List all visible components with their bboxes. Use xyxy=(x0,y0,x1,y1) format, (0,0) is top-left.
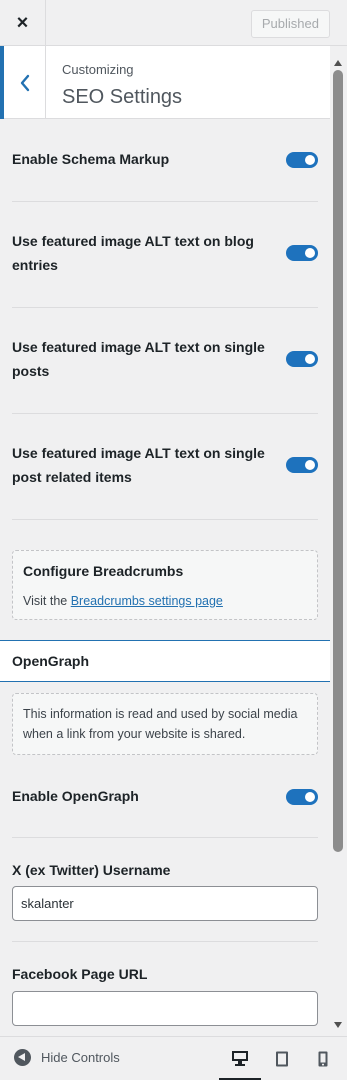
enable-opengraph-control: Enable OpenGraph xyxy=(12,784,318,808)
related-items-alt-label: Use featured image ALT text on single po… xyxy=(12,445,265,485)
divider xyxy=(12,837,318,838)
scroll-up-arrow-icon[interactable] xyxy=(334,60,342,66)
schema-markup-control: Enable Schema Markup xyxy=(12,147,318,171)
preview-tablet-button[interactable] xyxy=(261,1037,303,1080)
hide-controls-label: Hide Controls xyxy=(41,1050,120,1065)
controls-panel: Enable Schema Markup Use featured image … xyxy=(0,119,330,1036)
tablet-icon xyxy=(276,1051,288,1067)
scroll-down-arrow-icon[interactable] xyxy=(334,1022,342,1028)
schema-markup-label: Enable Schema Markup xyxy=(12,151,170,167)
back-button[interactable] xyxy=(0,46,46,119)
scrollbar[interactable] xyxy=(330,46,347,1036)
close-customizer-button[interactable]: × xyxy=(0,0,46,46)
single-post-alt-toggle[interactable] xyxy=(286,351,318,367)
blog-alt-label: Use featured image ALT text on blog entr… xyxy=(12,233,254,273)
opengraph-heading: OpenGraph xyxy=(0,640,330,682)
blog-alt-toggle[interactable] xyxy=(286,245,318,261)
enable-opengraph-toggle[interactable] xyxy=(286,789,318,805)
facebook-page-url-label: Facebook Page URL xyxy=(12,966,148,982)
publish-button[interactable]: Published xyxy=(250,10,330,38)
scrollbar-thumb[interactable] xyxy=(333,70,343,852)
hide-controls-button[interactable]: Hide Controls xyxy=(14,1049,120,1066)
customizer-footer: Hide Controls xyxy=(0,1036,347,1080)
breadcrumbs-text: Visit the Breadcrumbs settings page xyxy=(23,591,307,611)
collapse-icon xyxy=(14,1049,31,1066)
page-title: SEO Settings xyxy=(62,86,183,108)
mobile-icon xyxy=(318,1051,328,1067)
breadcrumbs-settings-link[interactable]: Breadcrumbs settings page xyxy=(71,594,223,608)
breadcrumbs-info-box: Configure Breadcrumbs Visit the Breadcru… xyxy=(12,550,318,620)
related-items-alt-toggle[interactable] xyxy=(286,457,318,473)
section-header: Customizing SEO Settings xyxy=(0,46,330,119)
blog-alt-control: Use featured image ALT text on blog entr… xyxy=(12,229,318,277)
preview-mobile-button[interactable] xyxy=(302,1037,344,1080)
desktop-icon xyxy=(232,1050,248,1066)
facebook-page-url-input[interactable] xyxy=(12,991,318,1026)
twitter-username-input[interactable] xyxy=(12,886,318,921)
divider xyxy=(12,413,318,414)
customizer-topbar: × Published xyxy=(0,0,347,46)
twitter-username-label: X (ex Twitter) Username xyxy=(12,862,171,878)
single-post-alt-control: Use featured image ALT text on single po… xyxy=(12,335,318,383)
close-icon: × xyxy=(16,11,29,34)
single-post-alt-label: Use featured image ALT text on single po… xyxy=(12,339,265,379)
chevron-left-icon xyxy=(20,74,29,91)
breadcrumbs-title: Configure Breadcrumbs xyxy=(23,563,184,579)
preview-desktop-button[interactable] xyxy=(219,1037,261,1080)
opengraph-info-box: This information is read and used by soc… xyxy=(12,693,318,755)
breadcrumbs-text-prefix: Visit the xyxy=(23,594,71,608)
divider xyxy=(12,519,318,520)
breadcrumb: Customizing xyxy=(62,62,134,77)
related-items-alt-control: Use featured image ALT text on single po… xyxy=(12,441,318,489)
schema-markup-toggle[interactable] xyxy=(286,152,318,168)
opengraph-info-text: This information is read and used by soc… xyxy=(23,707,298,741)
divider xyxy=(12,941,318,942)
enable-opengraph-label: Enable OpenGraph xyxy=(12,788,139,804)
divider xyxy=(12,307,318,308)
divider xyxy=(12,201,318,202)
